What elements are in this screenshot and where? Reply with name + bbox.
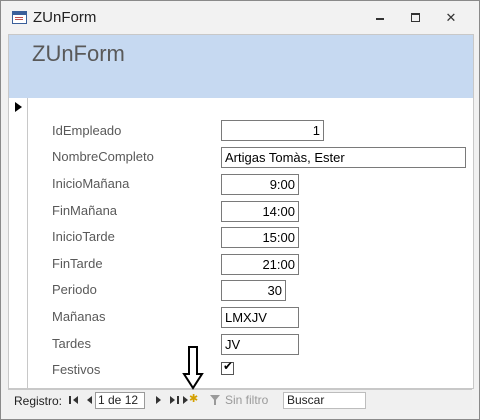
label-iniciotarde: InicioTarde <box>52 229 115 244</box>
new-record-button[interactable]: ✱ <box>183 392 199 408</box>
window-title: ZUnForm <box>33 9 97 26</box>
label-festivos: Festivos <box>52 362 101 377</box>
last-record-icon <box>170 396 175 404</box>
festivos-checkbox[interactable]: ✔ <box>221 359 234 375</box>
fintarde-field[interactable]: 21:00 <box>221 254 299 275</box>
close-button[interactable]: ✕ <box>441 10 461 26</box>
finmanana-field[interactable]: 14:00 <box>221 201 299 222</box>
label-mananas: Mañanas <box>52 309 106 324</box>
form-detail: IdEmpleado 1 NombreCompleto Artigas Tomà… <box>9 98 473 388</box>
close-icon: ✕ <box>445 10 457 25</box>
record-nav-label: Registro: <box>14 394 63 408</box>
filter-label: Sin filtro <box>225 393 269 407</box>
maximize-icon <box>411 13 420 22</box>
new-record-star-icon: ✱ <box>189 393 199 405</box>
next-record-icon <box>156 396 161 404</box>
last-record-bar-icon <box>177 396 179 404</box>
label-iniciomanana: InicioMañana <box>52 176 130 191</box>
tardes-field[interactable]: JV <box>221 334 299 355</box>
down-arrow-pointer-icon <box>182 346 204 390</box>
checkmark-icon: ✔ <box>223 359 234 373</box>
periodo-field[interactable]: 30 <box>221 280 286 301</box>
label-tardes: Tardes <box>52 336 92 351</box>
label-idempleado: IdEmpleado <box>52 123 122 138</box>
minimize-button[interactable] <box>371 10 391 26</box>
current-record-field[interactable]: 1 de 12 <box>95 392 145 409</box>
first-record-button[interactable] <box>67 392 81 408</box>
current-record-arrow-icon <box>15 102 22 112</box>
maximize-button[interactable] <box>406 10 426 26</box>
minimize-icon <box>376 18 384 20</box>
idempleado-field[interactable]: 1 <box>221 120 324 141</box>
previous-record-icon <box>87 396 92 404</box>
first-record-icon <box>73 396 78 404</box>
form-header: ZUnForm <box>9 35 473 98</box>
first-record-bar-icon <box>69 396 71 404</box>
label-nombrecompleto: NombreCompleto <box>52 149 154 164</box>
form-icon <box>12 11 27 24</box>
last-record-button[interactable] <box>167 392 181 408</box>
label-periodo: Periodo <box>52 282 97 297</box>
label-fintarde: FinTarde <box>52 256 103 271</box>
form-heading: ZUnForm <box>32 41 125 66</box>
mananas-field[interactable]: LMXJV <box>221 307 299 328</box>
search-input[interactable]: Buscar <box>283 392 366 409</box>
record-selector[interactable] <box>9 98 28 388</box>
filter-icon <box>210 394 221 405</box>
form-area: ZUnForm IdEmpleado 1 NombreCompleto Arti… <box>8 34 474 389</box>
iniciotarde-field[interactable]: 15:00 <box>221 227 299 248</box>
filter-toggle[interactable]: Sin filtro <box>210 393 268 407</box>
label-finmanana: FinMañana <box>52 203 118 218</box>
next-record-button[interactable] <box>151 392 165 408</box>
nombrecompleto-field[interactable]: Artigas Tomàs, Ester <box>221 147 466 168</box>
new-record-arrow-icon <box>183 396 188 404</box>
title-bar: ZUnForm ✕ <box>1 1 479 35</box>
iniciomanana-field[interactable]: 9:00 <box>221 174 299 195</box>
record-navigation-bar: Registro: 1 de 12 ✱ Sin filtro Buscar <box>8 389 472 410</box>
